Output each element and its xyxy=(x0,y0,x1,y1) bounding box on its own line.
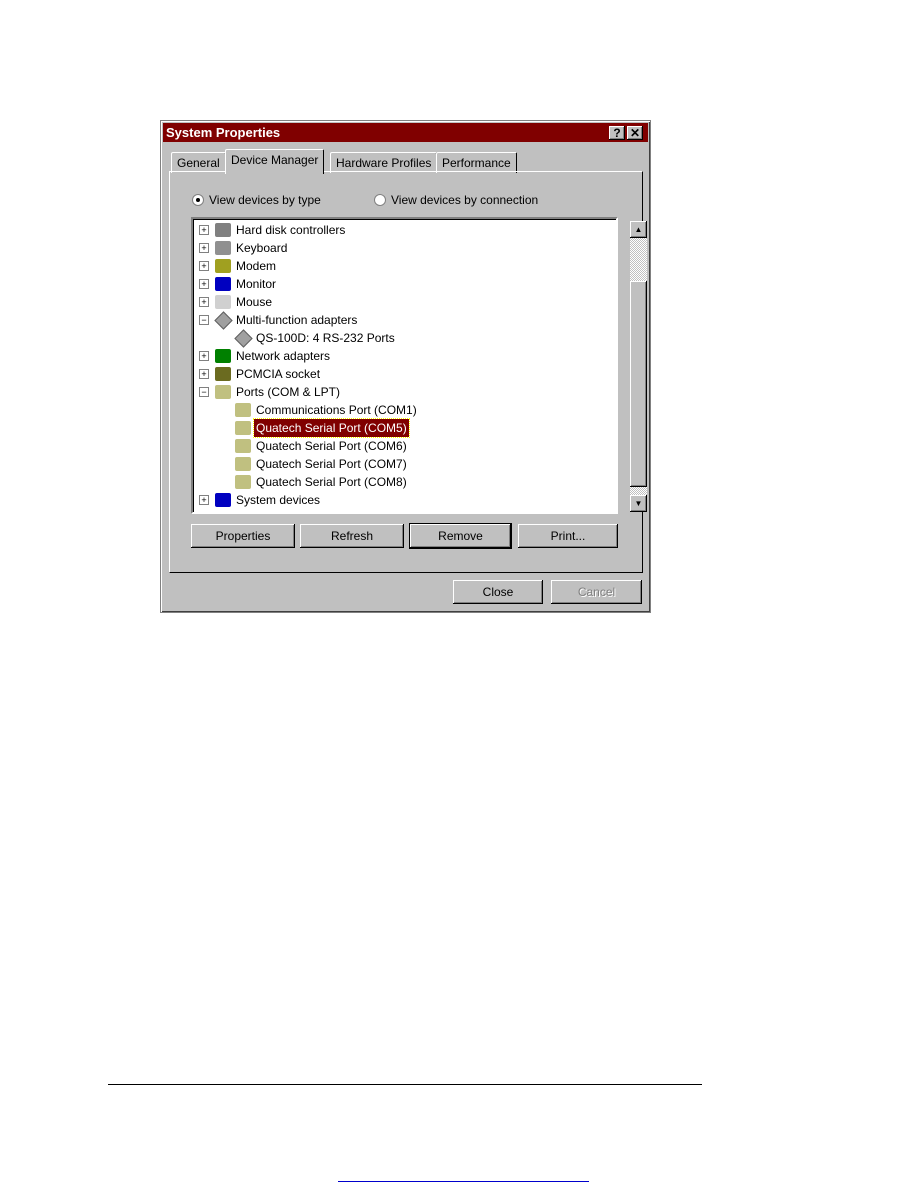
tree-item-label: QS-100D: 4 RS-232 Ports xyxy=(256,331,395,345)
tree-item-label: Quatech Serial Port (COM5) xyxy=(253,418,410,438)
help-button[interactable]: ? xyxy=(609,126,625,140)
window-title: System Properties xyxy=(166,125,281,140)
scrollbar-thumb[interactable] xyxy=(630,281,647,488)
tree-item-label: System devices xyxy=(236,493,321,507)
monitor-icon xyxy=(215,277,231,291)
scroll-up-button[interactable]: ▲ xyxy=(630,221,647,238)
computer-icon xyxy=(215,493,231,507)
collapse-icon[interactable]: − xyxy=(199,315,209,325)
print-button[interactable]: Print... xyxy=(518,524,618,548)
port-icon xyxy=(235,475,251,489)
tree-item-label: Communications Port (COM1) xyxy=(256,403,417,417)
expand-icon[interactable]: + xyxy=(199,495,209,505)
footer-link-underline[interactable] xyxy=(338,1181,589,1182)
scroll-down-button[interactable]: ▼ xyxy=(630,495,647,512)
mouse-icon xyxy=(215,295,231,309)
tree-item-label: Keyboard xyxy=(236,241,288,255)
port-icon xyxy=(235,457,251,471)
tab-general[interactable]: General xyxy=(171,152,226,173)
hard-disk-icon xyxy=(215,223,231,237)
diamond-icon xyxy=(234,329,253,348)
footer-rule xyxy=(108,1084,702,1085)
keyboard-icon xyxy=(215,241,231,255)
port-icon xyxy=(235,439,251,453)
tab-performance[interactable]: Performance xyxy=(436,152,517,173)
collapse-icon[interactable]: − xyxy=(199,387,209,397)
tree-item-label: PCMCIA socket xyxy=(236,367,321,381)
tree-item-label: Quatech Serial Port (COM6) xyxy=(256,439,407,453)
expand-icon[interactable]: + xyxy=(199,261,209,271)
tree-item-label: Mouse xyxy=(236,295,273,309)
port-icon xyxy=(215,385,231,399)
radio-view-by-type[interactable]: View devices by type xyxy=(192,193,321,207)
device-tree[interactable]: + Hard disk controllers + Keyboard + Modem + Mo… xyxy=(191,217,647,514)
tree-item-label: Quatech Serial Port (COM8) xyxy=(256,475,407,489)
expand-icon[interactable]: + xyxy=(199,243,209,253)
close-icon[interactable]: ✕ xyxy=(627,126,643,140)
title-bar: System Properties ? ✕ xyxy=(163,123,648,142)
expand-icon[interactable]: + xyxy=(199,369,209,379)
vertical-scrollbar[interactable]: ▲ ▼ xyxy=(630,221,647,512)
refresh-button[interactable]: Refresh xyxy=(300,524,404,548)
expand-icon[interactable]: + xyxy=(199,225,209,235)
tab-device-manager[interactable]: Device Manager xyxy=(225,149,325,174)
radio-selected-icon xyxy=(192,194,204,206)
radio-view-by-connection[interactable]: View devices by connection xyxy=(374,193,538,207)
expand-icon[interactable]: + xyxy=(199,279,209,289)
radio-unselected-icon xyxy=(374,194,386,206)
cancel-button[interactable]: Cancel xyxy=(551,580,642,604)
tree-item-label: Monitor xyxy=(236,277,277,291)
network-card-icon xyxy=(215,349,231,363)
remove-button[interactable]: Remove xyxy=(409,523,512,549)
tree-item-label: Ports (COM & LPT) xyxy=(236,385,341,399)
tree-item-label: Multi-function adapters xyxy=(236,313,358,327)
port-icon xyxy=(235,421,251,435)
tree-item-label: Modem xyxy=(236,259,277,273)
port-icon xyxy=(235,403,251,417)
system-properties-dialog: System Properties ? ✕ General Device Man… xyxy=(160,120,651,613)
tree-item-label: Hard disk controllers xyxy=(236,223,346,237)
tab-hardware-profiles[interactable]: Hardware Profiles xyxy=(330,152,438,173)
expand-icon[interactable]: + xyxy=(199,297,209,307)
pcmcia-icon xyxy=(215,367,231,381)
properties-button[interactable]: Properties xyxy=(191,524,295,548)
radio-label: View devices by type xyxy=(209,193,321,207)
tree-item-label: Network adapters xyxy=(236,349,331,363)
tree-item-label: Quatech Serial Port (COM7) xyxy=(256,457,407,471)
modem-icon xyxy=(215,259,231,273)
radio-label: View devices by connection xyxy=(391,193,539,207)
expand-icon[interactable]: + xyxy=(199,351,209,361)
diamond-icon xyxy=(214,311,233,330)
close-button[interactable]: Close xyxy=(453,580,543,604)
